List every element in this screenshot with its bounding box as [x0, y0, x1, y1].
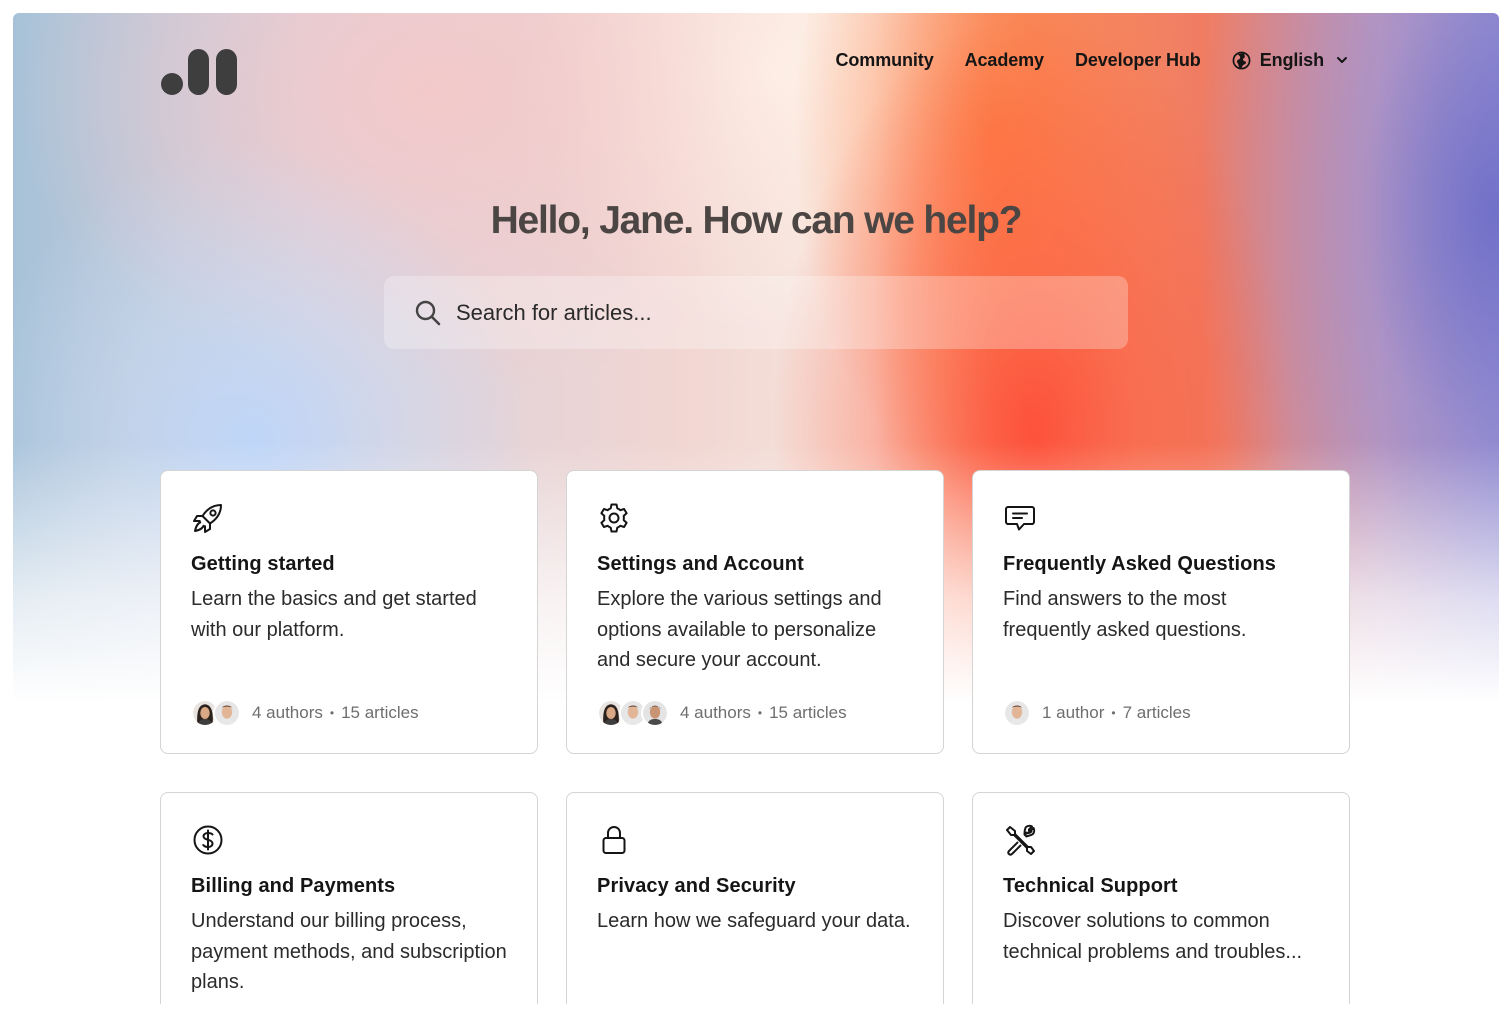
author-count: 4 authors [680, 703, 751, 722]
card-description: Explore the various settings and options… [597, 588, 882, 671]
category-card-technical-support[interactable]: Technical Support Discover solutions to … [972, 792, 1350, 1004]
author-avatars [597, 699, 669, 727]
chat-bubble-icon [1005, 506, 1035, 531]
author-count: 1 author [1042, 703, 1105, 722]
brand-logo[interactable] [161, 49, 241, 95]
category-card-faq[interactable]: Frequently Asked Questions Find answers … [972, 470, 1350, 754]
chevron-down-icon [1337, 57, 1347, 63]
language-selector[interactable]: English [1232, 50, 1349, 71]
card-description: Find answers to the most frequently aske… [1003, 588, 1247, 641]
nav-community-link[interactable]: Community [836, 50, 934, 71]
avatar [641, 699, 669, 727]
article-count: 7 articles [1122, 703, 1191, 722]
page-title: Hello, Jane. How can we help? [490, 199, 1023, 242]
card-meta: 4 authors • 15 articles [597, 699, 847, 727]
meta-separator: • [757, 706, 763, 720]
card-description: Discover solutions to common technical p… [1003, 910, 1303, 963]
gear-icon [600, 503, 628, 533]
card-description: Understand our billing process, payment … [191, 910, 507, 993]
avatar [1003, 699, 1031, 727]
card-title: Privacy and Security [597, 875, 796, 897]
category-card-billing-and-payments[interactable]: Billing and Payments Understand our bill… [160, 792, 538, 1004]
author-count: 4 authors [252, 703, 323, 722]
author-avatars [191, 699, 241, 727]
card-title: Getting started [191, 553, 335, 575]
card-meta: 1 author • 7 articles [1003, 699, 1191, 727]
meta-separator: • [1111, 706, 1116, 720]
dollar-circle-icon [193, 825, 223, 855]
rocket-icon [193, 504, 222, 533]
card-title: Billing and Payments [191, 875, 396, 897]
search-bar[interactable] [384, 276, 1128, 349]
globe-icon [1232, 51, 1251, 69]
card-title: Frequently Asked Questions [1003, 553, 1277, 575]
card-meta: 4 authors • 15 articles [191, 699, 419, 727]
nav-academy-link[interactable]: Academy [965, 50, 1044, 71]
avatar [213, 699, 241, 727]
category-card-getting-started[interactable]: Getting started Learn the basics and get… [160, 470, 538, 754]
category-card-privacy-and-security[interactable]: Privacy and Security Learn how we safegu… [566, 792, 944, 1004]
card-description: Learn how we safeguard your data. [597, 910, 911, 932]
top-nav: Community Academy Developer Hub English [836, 49, 1350, 71]
category-card-settings-and-account[interactable]: Settings and Account Explore the various… [566, 470, 944, 754]
meta-separator: • [329, 706, 335, 720]
card-description: Learn the basics and get started with ou… [191, 588, 477, 641]
card-title: Settings and Account [597, 553, 804, 575]
search-input[interactable] [456, 292, 1128, 333]
language-label: English [1259, 49, 1324, 70]
search-icon [415, 300, 441, 325]
article-count: 15 articles [341, 703, 419, 722]
lock-icon [602, 825, 626, 854]
card-title: Technical Support [1003, 875, 1178, 897]
help-center-page: Community Academy Developer Hub English … [13, 13, 1499, 1004]
article-count: 15 articles [769, 703, 847, 722]
nav-developer-hub-link[interactable]: Developer Hub [1075, 50, 1201, 71]
tools-icon [1006, 824, 1036, 856]
author-avatars [1003, 699, 1031, 727]
